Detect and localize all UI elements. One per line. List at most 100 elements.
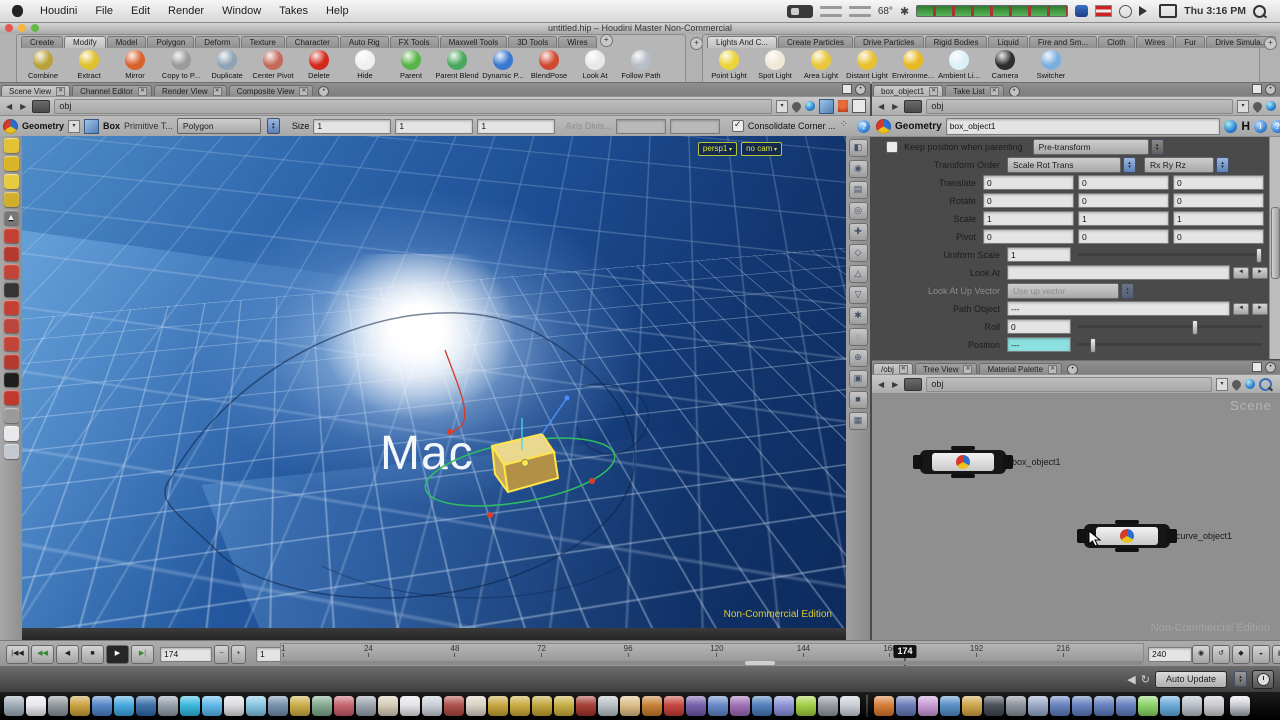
displays-icon[interactable] (1159, 4, 1177, 18)
playbar-option-icon[interactable]: ▣ (1272, 645, 1280, 664)
shelf-tool[interactable]: Mirror (113, 50, 157, 80)
dock-app-icon[interactable] (114, 696, 134, 716)
dock-app-icon[interactable] (874, 696, 894, 716)
link-icon[interactable] (1266, 101, 1276, 111)
shelf-tab[interactable]: Wires (558, 36, 596, 48)
menu-item[interactable]: Takes (270, 0, 317, 22)
dock-app-icon[interactable] (774, 696, 794, 716)
shelf-tab[interactable]: Polygon (147, 36, 194, 48)
viewport-tool-icon[interactable] (4, 336, 19, 351)
playhead[interactable]: 174 (893, 645, 916, 658)
view-control-icon[interactable]: ▦ (849, 412, 868, 430)
dock-app-icon[interactable] (1138, 696, 1158, 716)
shelf-tab[interactable]: Fur (1175, 36, 1205, 48)
playbar-option-icon[interactable]: ◉ (1192, 645, 1210, 664)
pivot-z-field[interactable] (1173, 229, 1264, 244)
help-icon[interactable]: ? (857, 120, 870, 133)
viewport-tool-icon[interactable] (4, 228, 19, 243)
playbar-option-icon[interactable]: ◒ (1252, 645, 1270, 664)
viewport-tool-icon[interactable] (4, 426, 19, 441)
dock-app-icon[interactable] (422, 696, 442, 716)
link-icon[interactable] (1245, 379, 1255, 389)
path-field[interactable]: obj (926, 99, 1233, 114)
rot-order-stepper-icon[interactable] (1216, 157, 1229, 173)
node-name-field[interactable] (946, 118, 1221, 135)
dock-app-icon[interactable] (268, 696, 288, 716)
dock-app-icon[interactable] (532, 696, 552, 716)
transport-button[interactable]: ▶ (106, 645, 129, 664)
shelf-tool[interactable]: Camera (983, 50, 1027, 80)
shelf-tab[interactable]: Auto Rig (340, 36, 389, 48)
close-tab-icon[interactable] (138, 87, 147, 96)
params-scrollbar[interactable] (1269, 137, 1280, 359)
close-tab-icon[interactable] (56, 87, 65, 96)
shelf-tool[interactable]: Ambient Li... (937, 50, 981, 80)
rotate-x-field[interactable] (983, 193, 1074, 208)
shelf-tool[interactable]: Hide (343, 50, 387, 80)
menu-item[interactable]: Window (213, 0, 270, 22)
dock-app-icon[interactable] (818, 696, 838, 716)
snap-options-icon[interactable]: ⁘ (839, 119, 853, 133)
primitive-type-dropdown[interactable]: Polygon (177, 118, 261, 134)
person-icon[interactable] (838, 100, 848, 112)
transport-button[interactable]: |◀◀ (6, 645, 29, 664)
help-icon[interactable]: ? (1271, 120, 1280, 133)
undo-icon[interactable]: ◀ (1127, 673, 1135, 686)
dock-app-icon[interactable] (334, 696, 354, 716)
menu-item[interactable]: Help (317, 0, 358, 22)
path-back-icon[interactable]: ◀ (876, 102, 886, 111)
view-control-icon[interactable]: ◎ (849, 202, 868, 220)
view-control-icon[interactable]: ▤ (849, 181, 868, 199)
shelf-tool[interactable]: Switcher (1029, 50, 1073, 80)
playbar-option-icon[interactable]: ↺ (1212, 645, 1230, 664)
path-dropdown-icon[interactable] (1237, 100, 1249, 113)
dock-app-icon[interactable] (730, 696, 750, 716)
dock-app-icon[interactable] (158, 696, 178, 716)
shelf-tab[interactable]: Deform (195, 36, 239, 48)
shelf-tool[interactable]: Point Light (707, 50, 751, 80)
path-dropdown-icon[interactable] (776, 100, 788, 113)
shelf-tab[interactable]: Character (286, 36, 339, 48)
translate-z-field[interactable] (1173, 175, 1264, 190)
size-x-field[interactable] (313, 119, 391, 134)
houdini-help-button[interactable]: H (1241, 119, 1250, 133)
view-control-icon[interactable]: ▽ (849, 286, 868, 304)
dock-app-icon[interactable] (488, 696, 508, 716)
screenrecorder-icon[interactable] (787, 5, 813, 18)
shelf-tool[interactable]: Look At (573, 50, 617, 80)
pin-icon[interactable] (1230, 378, 1243, 391)
scale-x-field[interactable] (983, 211, 1074, 226)
path-forward-icon[interactable]: ▶ (890, 102, 900, 111)
shelf-tool[interactable]: Parent Blend (435, 50, 479, 80)
viewport-tool-icon[interactable] (4, 390, 19, 405)
trash-icon[interactable] (1230, 696, 1250, 716)
dock-app-icon[interactable] (554, 696, 574, 716)
position-field[interactable] (1007, 337, 1071, 352)
shelf-tab[interactable]: Cloth (1098, 36, 1135, 48)
dock-app-icon[interactable] (1116, 696, 1136, 716)
close-tab-icon[interactable] (299, 87, 308, 96)
rotate-y-field[interactable] (1078, 193, 1169, 208)
look-at-field[interactable] (1007, 265, 1230, 280)
cpu-meter-icon[interactable] (916, 5, 1068, 17)
uniform-scale-slider[interactable] (1077, 253, 1262, 256)
size-y-field[interactable] (395, 119, 473, 134)
dock-app-icon[interactable] (664, 696, 684, 716)
consolidate-checkbox[interactable] (732, 120, 744, 132)
range-end-field[interactable] (1148, 647, 1192, 662)
shelf-tool[interactable]: Parent (389, 50, 433, 80)
shelf-tab[interactable]: Create Particles (778, 36, 853, 48)
dock-app-icon[interactable] (444, 696, 464, 716)
sync-icon[interactable] (1075, 5, 1088, 17)
pivot-x-field[interactable] (983, 229, 1074, 244)
path-forward-icon[interactable]: ▶ (18, 102, 28, 111)
position-slider[interactable] (1077, 343, 1262, 346)
viewport-tool-icon[interactable] (4, 264, 19, 279)
transport-button[interactable]: ■ (81, 645, 104, 664)
menu-item[interactable]: Edit (122, 0, 159, 22)
shelf-tab[interactable]: Fire and Sm... (1029, 36, 1097, 48)
dock-app-icon[interactable] (576, 696, 596, 716)
viewport-tool-icon[interactable] (4, 138, 19, 153)
temperature-text[interactable]: 68° (878, 6, 893, 17)
dock-app-icon[interactable] (466, 696, 486, 716)
